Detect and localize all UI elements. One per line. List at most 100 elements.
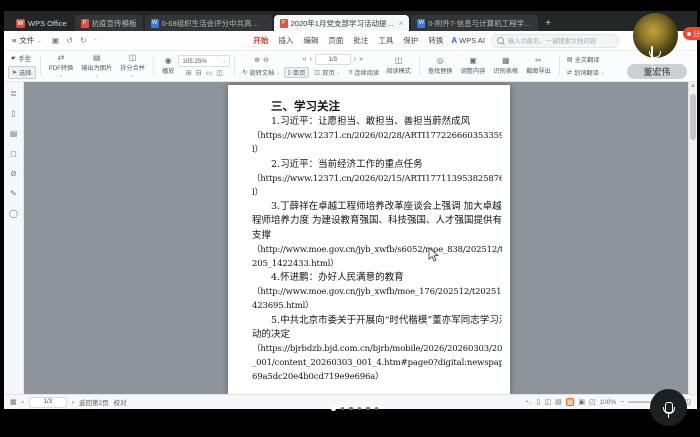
slide-dot[interactable] — [366, 407, 370, 411]
page-number-input[interactable]: 1/3 — [315, 54, 351, 65]
zoom-in-icon[interactable]: ⊕ — [254, 56, 260, 64]
slide-dot[interactable] — [375, 407, 379, 411]
big-button-1[interactable]: ▤输出为图片⌄ — [77, 53, 116, 79]
microphone-button[interactable] — [650, 389, 687, 426]
menu-item-6[interactable]: 保护 — [399, 35, 422, 46]
view-chip-icon: ▯ — [288, 69, 291, 76]
menu-item-1[interactable]: 插入 — [274, 35, 297, 46]
display-settings-icon[interactable]: ◔⌄ — [524, 399, 532, 406]
hand-tool-button[interactable]: ☛ 手型 — [8, 53, 36, 64]
scrollbar-thumb[interactable] — [690, 94, 696, 140]
full-translate-button[interactable]: ▤ 全文翻译 — [564, 54, 608, 65]
page-view-icon[interactable]: ▦ — [10, 398, 17, 406]
prev-page-icon[interactable]: ‹ — [309, 56, 311, 63]
single-page-icon[interactable]: ▯ — [537, 398, 541, 406]
proofread-button[interactable]: 校对 — [114, 397, 127, 407]
document-tab[interactable]: W0-68组织生活会评分中共高校讲稿模板… — [145, 15, 272, 31]
word-translate-button[interactable]: ⇄ 划词翻译 ⌄ — [564, 67, 608, 78]
menu-item-5[interactable]: 工具 — [374, 35, 397, 46]
first-page-icon[interactable]: « — [303, 56, 307, 63]
next-page-icon[interactable]: › — [354, 56, 356, 63]
signature-icon[interactable]: ✎ — [10, 189, 17, 198]
outline-icon[interactable]: ≣ — [10, 89, 17, 98]
menu-item-0[interactable]: 开始 — [249, 35, 272, 46]
menu-item-7[interactable]: 转换 — [424, 35, 447, 46]
next-page-icon[interactable]: › — [72, 399, 74, 406]
document-line: _001/content_20260303_001_4.htm#page0?di… — [252, 356, 502, 370]
full-width-icon[interactable]: ◫ — [216, 69, 223, 77]
save-icon[interactable]: ▣ — [52, 36, 60, 45]
document-line: （https://www.12371.cn/2026/02/15/ARTI177… — [252, 172, 502, 186]
double-page-icon[interactable]: ◫ — [544, 398, 551, 406]
slide-dot[interactable] — [341, 407, 345, 411]
document-line: 5.中共北京市委关于开展向“时代楷模”董亦军同志学习活 — [252, 314, 502, 328]
chevron-down-icon: ⌄ — [337, 70, 341, 76]
document-tab[interactable]: P2020年1月党支部学习活动提醒…× — [274, 15, 410, 31]
search-input[interactable]: 输入功能名，一键搜索文档内容 — [491, 34, 619, 48]
big-button-label: PDF转换 — [49, 63, 74, 72]
zoom-minus-button[interactable]: − — [620, 399, 624, 406]
zoom-out-icon[interactable]: ⊖ — [263, 56, 269, 64]
slide-dot[interactable] — [331, 406, 336, 411]
document-line: （http://www.moe.gov.cn/jyb_xwfb/moe_176/… — [252, 285, 502, 299]
select-tool-button[interactable]: ➤ 选择 — [8, 66, 36, 79]
action-button-0[interactable]: ◎查找替换 — [424, 53, 457, 79]
chevron-down-icon[interactable]: ⌄ — [94, 36, 98, 45]
new-tab-button[interactable]: + — [545, 18, 551, 29]
read-mode-button[interactable]: ◫ 阅读模式 — [382, 53, 415, 79]
undo-icon[interactable]: ↺ — [66, 36, 73, 45]
continuous-icon[interactable]: ▤ — [555, 398, 562, 406]
view-chip-1[interactable]: ◫双页⌄ — [311, 67, 343, 78]
status-page-indicator[interactable]: 1/3 — [29, 397, 67, 408]
file-menu[interactable]: ≡ 文件 ⌄ — [12, 35, 42, 46]
thumbnail-icon[interactable]: ▤ — [10, 129, 18, 138]
help-icon[interactable]: ◯ — [9, 209, 18, 218]
wps-ai-menu[interactable]: A WPS AI — [451, 36, 485, 45]
current-view-icon[interactable]: ▦ — [566, 398, 575, 406]
fit-width-icon[interactable]: ⊟ — [196, 69, 202, 77]
tab-bar: W WPS Office P抗疫宣传模板W0-68组织生活会评分中共高校讲稿模板… — [4, 11, 697, 31]
book-mode-icon[interactable]: ▣ — [578, 398, 585, 406]
chevron-down-icon: ⌄ — [37, 38, 41, 44]
fit-page-icon[interactable]: ⊞ — [186, 69, 192, 77]
vertical-scrollbar[interactable]: ▲ — [688, 82, 697, 394]
fit-height-icon[interactable]: ▭ — [206, 69, 213, 77]
big-button-2[interactable]: ◫拆分合并⌄ — [116, 53, 149, 79]
last-page-icon[interactable]: » — [359, 56, 363, 63]
home-tab[interactable]: W WPS Office — [8, 15, 75, 31]
menu-item-3[interactable]: 页面 — [324, 35, 347, 46]
wps-ai-icon: A — [451, 36, 457, 45]
close-icon[interactable]: × — [399, 19, 404, 28]
menu-item-4[interactable]: 批注 — [349, 35, 372, 46]
slide-dot[interactable] — [349, 407, 353, 411]
fit-window-icon[interactable]: ◰ — [589, 398, 596, 406]
pdf-page[interactable]: 三、学习关注 1.习近平：让愿担当、敢担当、善担当蔚然成风（https://ww… — [228, 85, 510, 394]
action-button-1[interactable]: ▣调整内容 — [457, 53, 490, 79]
left-panel-icons: ≣ ▯ ▤ ◻ ⊘ ✎ ◯ — [4, 82, 24, 394]
wps-ai-label: WPS AI — [459, 36, 485, 45]
view-chip-2[interactable]: ≡连续阅读 — [346, 67, 382, 78]
rotate-button[interactable]: ↻ 旋转文档 ⌄ — [239, 67, 283, 78]
view-chip-0[interactable]: ▯单页 — [284, 67, 310, 78]
chevron-down-icon: ⌄ — [59, 73, 63, 79]
attachment-icon[interactable]: ⊘ — [10, 169, 17, 178]
scroll-up-icon[interactable]: ▲ — [689, 82, 697, 91]
redo-icon[interactable]: ↻ — [80, 36, 87, 45]
comment-icon[interactable]: ◻ — [10, 149, 17, 158]
word-translate-icon: ⇄ — [567, 69, 572, 76]
slide-dot[interactable] — [358, 407, 362, 411]
back-to-page-link[interactable]: 返回第2页 — [79, 397, 109, 407]
zoom-dropdown[interactable]: 105.25% ⌄ — [178, 55, 230, 67]
document-tab[interactable]: P抗疫宣传模板 — [75, 15, 143, 31]
wps-window: W WPS Office P抗疫宣传模板W0-68组织生活会评分中共高校讲稿模板… — [4, 11, 697, 406]
record-dot-icon — [687, 32, 691, 36]
action-button-3[interactable]: ✂截图导出 — [522, 53, 555, 79]
bookmark-icon[interactable]: ▯ — [11, 109, 15, 118]
menu-item-2[interactable]: 编辑 — [299, 35, 322, 46]
share-button[interactable]: 分享 — [683, 27, 700, 40]
play-button[interactable]: ◉ 播放 — [158, 53, 178, 79]
document-tab[interactable]: W0-附件7-信息与计算机工程学院20… — [411, 15, 538, 31]
big-button-0[interactable]: ⇄PDF转换⌄ — [45, 53, 78, 79]
prev-page-icon[interactable]: ‹ — [22, 399, 24, 406]
action-button-2[interactable]: ▦识别表格 — [489, 53, 522, 79]
